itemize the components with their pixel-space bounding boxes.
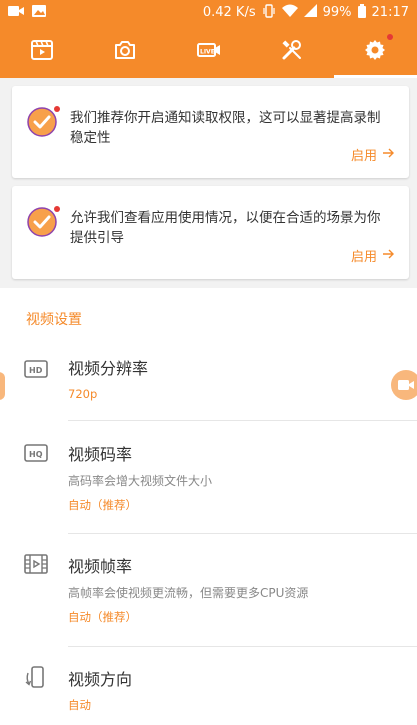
setting-video-orientation[interactable]: 视频方向 自动 [0, 647, 417, 725]
setting-value: 自动（推荐） [68, 610, 137, 624]
film-frame-icon [24, 552, 48, 576]
video-record-icon [8, 5, 24, 21]
rotate-phone-icon [24, 665, 48, 689]
enable-label: 启用 [350, 250, 377, 265]
tab-live[interactable]: LIVE [167, 25, 250, 78]
setting-description: 高码率会增大视频文件大小 [68, 474, 213, 488]
camcorder-icon [398, 376, 414, 395]
floating-record-button[interactable] [391, 370, 417, 400]
setting-video-resolution[interactable]: HD 视频分辨率 720p [0, 343, 417, 420]
card-message: 允许我们查看应用使用情况，以便在合适的场景为你提供引导 [70, 210, 381, 246]
network-speed: 0.42 K/s [202, 5, 256, 20]
check-badge-icon [26, 206, 60, 238]
camera-icon [113, 38, 137, 66]
notification-dot [387, 33, 394, 40]
tab-videos[interactable] [0, 25, 83, 78]
tools-icon [280, 38, 304, 66]
hq-icon: HQ [24, 441, 48, 465]
notification-dot [54, 206, 60, 212]
section-title: 视频设置 [26, 312, 82, 328]
hq-icon-label: HQ [29, 450, 43, 459]
image-icon [32, 4, 46, 21]
check-badge-icon [26, 106, 60, 138]
video-list-icon [30, 38, 54, 66]
setting-description: 高帧率会使视频更流畅，但需要更多CPU资源 [68, 586, 309, 600]
enable-button[interactable]: 启用 [351, 246, 395, 265]
enable-label: 启用 [350, 149, 377, 164]
setting-value: 自动（推荐） [68, 498, 137, 512]
hd-icon: HD [24, 357, 48, 381]
battery-percent: 99% [322, 5, 352, 20]
top-tab-bar: LIVE [0, 25, 417, 78]
vibrate-icon [262, 3, 276, 22]
setting-video-bitrate[interactable]: HQ 视频码率 高码率会增大视频文件大小 自动（推荐） [0, 421, 417, 533]
card-message: 我们推荐你开启通知读取权限，这可以显著提高录制稳定性 [70, 110, 381, 146]
notification-dot [54, 106, 60, 112]
setting-title: 视频方向 [68, 670, 133, 689]
live-icon-label: LIVE [200, 48, 215, 55]
floating-edge-handle[interactable] [0, 372, 5, 400]
setting-title: 视频码率 [68, 445, 133, 464]
battery-icon [357, 3, 366, 22]
setting-value: 自动 [68, 698, 91, 712]
setting-title: 视频帧率 [68, 557, 133, 576]
video-settings-panel: 视频设置 HD 视频分辨率 720p HQ 视频码率 高码率会增大视频文件大小 … [0, 288, 417, 725]
live-icon: LIVE [196, 38, 221, 66]
permission-card-usage: 允许我们查看应用使用情况，以便在合适的场景为你提供引导 启用 [12, 186, 409, 279]
setting-video-framerate[interactable]: 视频帧率 高帧率会使视频更流畅，但需要更多CPU资源 自动（推荐） [0, 534, 417, 646]
arrow-right-icon [383, 147, 395, 162]
hd-icon-label: HD [29, 366, 43, 375]
clock: 21:17 [371, 5, 409, 20]
permission-card-notification: 我们推荐你开启通知读取权限，这可以显著提高录制稳定性 启用 [12, 86, 409, 178]
status-bar: 0.42 K/s 99% 21:17 [0, 0, 417, 25]
tab-settings[interactable] [333, 25, 417, 78]
tab-tools[interactable] [250, 25, 333, 78]
settings-gear-icon [363, 33, 394, 66]
tab-screenshot[interactable] [83, 25, 166, 78]
wifi-icon [281, 4, 298, 21]
setting-title: 视频分辨率 [68, 359, 149, 378]
enable-button[interactable]: 启用 [351, 145, 395, 164]
setting-value: 720p [68, 387, 98, 401]
arrow-right-icon [383, 248, 395, 263]
signal-icon [303, 4, 317, 21]
